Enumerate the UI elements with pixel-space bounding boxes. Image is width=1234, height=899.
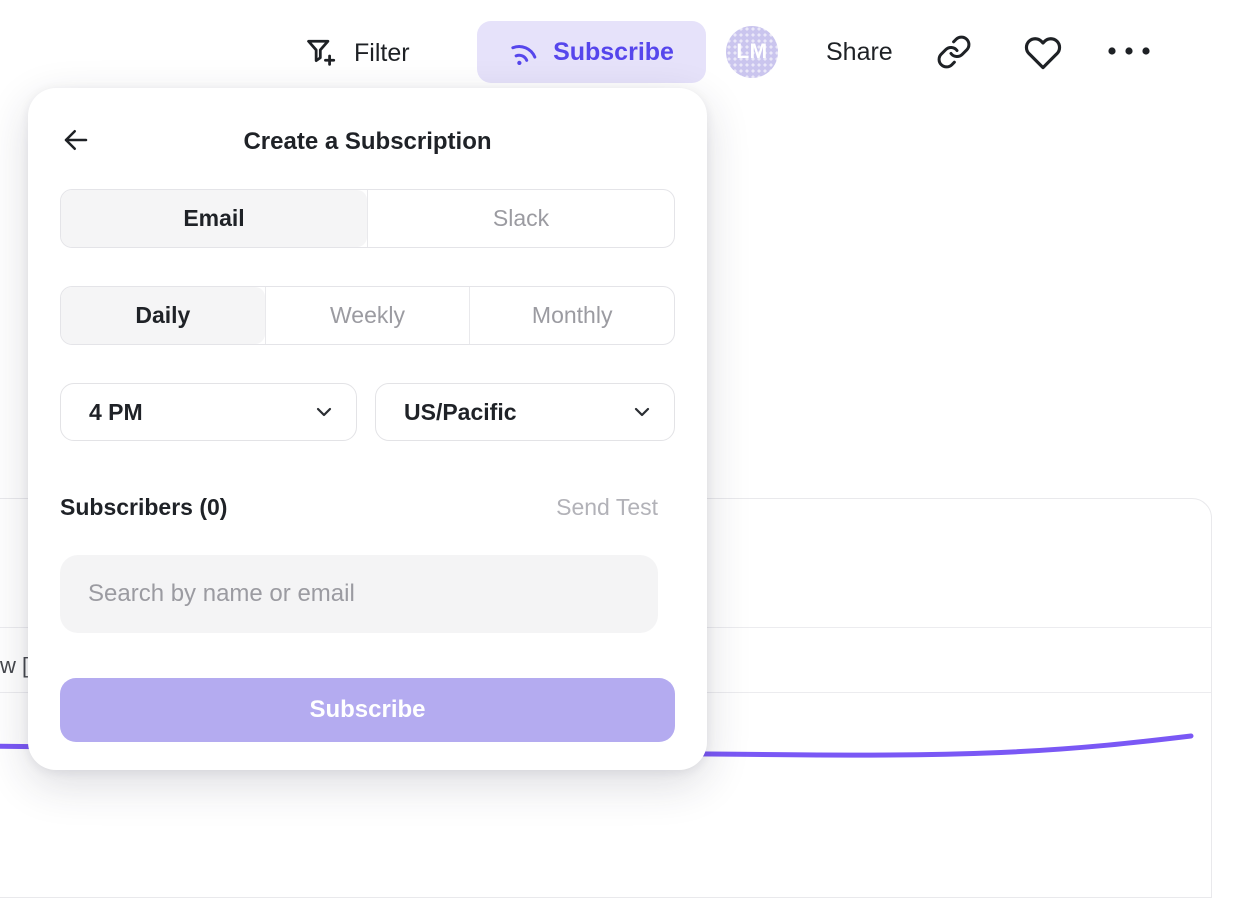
link-icon	[936, 34, 972, 70]
channel-tabs: Email Slack	[60, 189, 675, 248]
ellipsis-icon	[1106, 46, 1152, 56]
filter-label: Filter	[354, 39, 410, 68]
subscriber-search-input[interactable]	[60, 555, 658, 633]
subscribe-label: Subscribe	[553, 38, 674, 67]
timezone-select-value: US/Pacific	[404, 399, 517, 426]
timezone-select[interactable]: US/Pacific	[375, 383, 675, 441]
subscribers-row: Subscribers (0) Send Test	[60, 492, 658, 522]
favorite-button[interactable]	[1024, 34, 1062, 72]
filter-button[interactable]: Filter	[303, 30, 410, 76]
time-select[interactable]: 4 PM	[60, 383, 357, 441]
heart-icon	[1024, 34, 1062, 72]
rss-icon	[505, 32, 544, 71]
subscribe-toolbar-button[interactable]: Subscribe	[477, 21, 706, 83]
avatar-initials: LM	[736, 40, 767, 64]
time-select-value: 4 PM	[89, 399, 143, 426]
modal-title: Create a Subscription	[28, 128, 707, 156]
tab-monthly[interactable]: Monthly	[469, 287, 674, 344]
send-test-button[interactable]: Send Test	[556, 494, 658, 521]
tab-email[interactable]: Email	[61, 190, 367, 247]
user-avatar[interactable]: LM	[726, 26, 778, 78]
tab-daily[interactable]: Daily	[61, 287, 265, 344]
subscribe-submit-button[interactable]: Subscribe	[60, 678, 675, 742]
subscribers-count-label: Subscribers (0)	[60, 494, 227, 521]
chevron-down-icon	[634, 407, 650, 417]
clipped-background-label: w [	[0, 653, 28, 679]
tab-weekly[interactable]: Weekly	[265, 287, 470, 344]
more-options-button[interactable]	[1106, 46, 1152, 56]
chevron-down-icon	[316, 407, 332, 417]
filter-plus-icon	[303, 35, 339, 71]
copy-link-button[interactable]	[936, 34, 972, 70]
create-subscription-modal: Create a Subscription Email Slack Daily …	[28, 88, 707, 770]
frequency-tabs: Daily Weekly Monthly	[60, 286, 675, 345]
share-button[interactable]: Share	[826, 33, 893, 71]
tab-slack[interactable]: Slack	[367, 190, 674, 247]
share-label: Share	[826, 38, 893, 67]
